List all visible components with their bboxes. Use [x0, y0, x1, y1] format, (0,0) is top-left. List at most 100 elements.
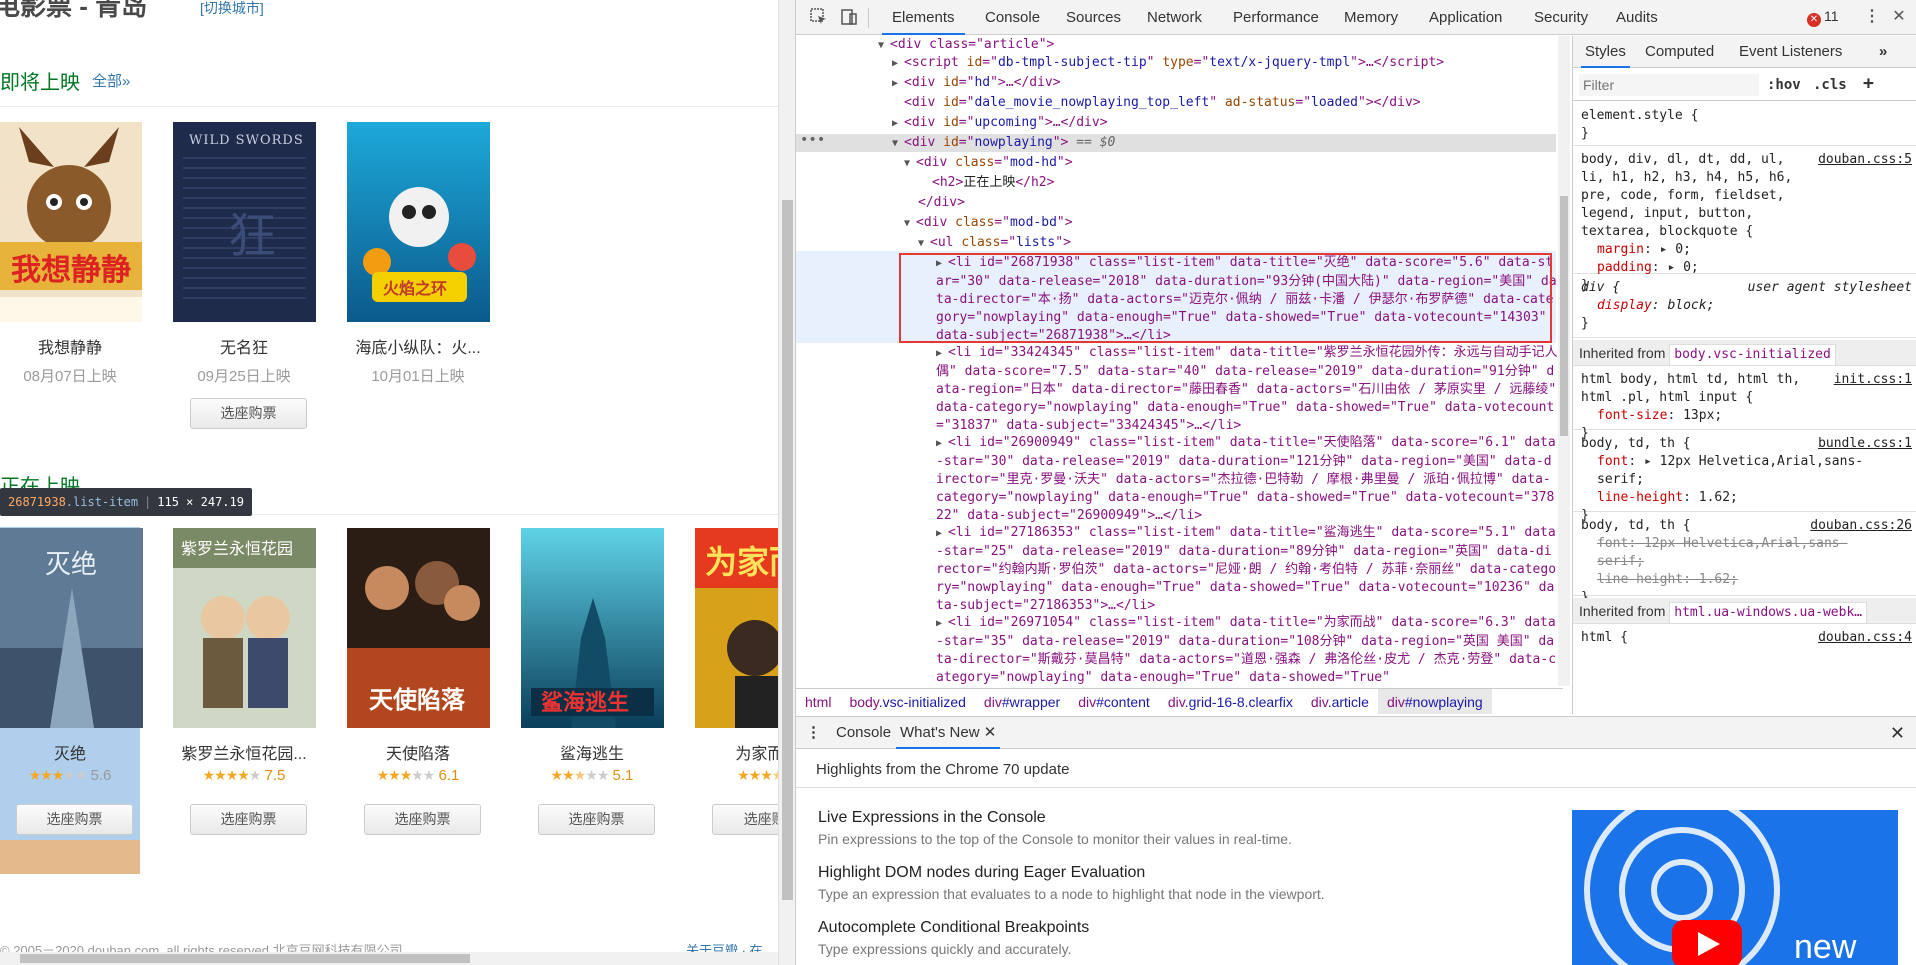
close-drawer-icon[interactable]: ✕ — [1890, 723, 1905, 744]
page-vertical-scrollbar[interactable] — [778, 0, 795, 965]
poster-image[interactable]: 为家而战 — [695, 528, 778, 728]
elements-tree[interactable]: ••• ▼ <div class="article"> ▶ <script id="… — [796, 36, 1563, 686]
collapsed-arrow-icon[interactable]: ▶ — [892, 115, 904, 133]
buy-ticket-button[interactable]: 选座购票 — [190, 804, 307, 835]
dom-node-selected[interactable]: ▼ <div id="nowplaying"> == $0 — [892, 134, 1115, 152]
poster-image[interactable]: WILD SWORDS 狂 — [173, 122, 316, 322]
elements-scrollbar[interactable] — [1558, 36, 1570, 686]
tab-whats-new[interactable]: What's New ✕ — [896, 717, 1001, 749]
breadcrumb-item-active[interactable]: div#nowplaying — [1377, 689, 1492, 714]
more-icon[interactable]: ••• — [800, 132, 825, 148]
kebab-menu-icon[interactable]: ⋮ — [1863, 8, 1881, 26]
buy-ticket-button[interactable]: 选座购票 — [364, 804, 481, 835]
tab-console-drawer[interactable]: Console — [836, 717, 891, 749]
breadcrumb-item[interactable]: div#wrapper — [975, 689, 1069, 714]
poster-image[interactable]: 天使陷落 — [347, 528, 490, 728]
movie-title[interactable]: 为家而... — [686, 740, 778, 764]
collapsed-arrow-icon[interactable]: ▶ — [892, 75, 904, 93]
hov-toggle[interactable]: :hov — [1767, 77, 1801, 93]
source-link[interactable]: bundle.css:1 — [1818, 435, 1912, 453]
city-switch-link[interactable]: [切换城市] — [200, 0, 264, 18]
inspect-element-icon[interactable] — [810, 8, 828, 26]
movie-title[interactable]: 天使陷落 — [338, 740, 498, 764]
collapsed-arrow-icon[interactable]: ▶ — [936, 525, 948, 543]
dom-node[interactable]: ▼ <div class="mod-bd"> — [904, 214, 1073, 232]
movie-title[interactable]: 紫罗兰永恒花园... — [164, 740, 324, 764]
whats-new-item[interactable]: Live Expressions in the Console Pin expr… — [818, 809, 1292, 847]
drawer-menu-icon[interactable]: ⋮ — [806, 717, 821, 749]
add-rule-icon[interactable]: + — [1863, 73, 1874, 94]
movie-title[interactable]: 海底小纵队：火... — [338, 334, 498, 358]
dom-node-li[interactable]: ▶ <li id="26971054" class="list-item" dat… — [936, 614, 1558, 686]
dom-node-li[interactable]: ▶ <li id="33424345" class="list-item" dat… — [936, 344, 1558, 435]
poster-image[interactable]: 火焰之环 — [347, 122, 490, 322]
style-rule[interactable]: douban.css:26 body, td, th { font: 12px … — [1573, 514, 1916, 605]
tab-performance[interactable]: Performance — [1233, 0, 1319, 35]
close-tab-icon[interactable]: ✕ — [984, 724, 997, 741]
dom-node[interactable]: ▶ <script id="db-tmpl-subject-tip" type="… — [892, 54, 1444, 72]
scrollbar-thumb[interactable] — [20, 954, 470, 963]
breadcrumb-item[interactable]: html — [796, 689, 840, 714]
whats-new-video-thumbnail[interactable]: new — [1572, 810, 1898, 965]
expanded-arrow-icon[interactable]: ▼ — [918, 235, 930, 253]
expanded-arrow-icon[interactable]: ▼ — [904, 215, 916, 233]
breadcrumb-item[interactable]: div.grid-16-8.clearfix — [1159, 689, 1302, 714]
source-link[interactable]: init.css:1 — [1834, 371, 1912, 389]
dom-node-li[interactable]: ▶ <li id="27186353" class="list-item" dat… — [936, 524, 1558, 615]
tab-memory[interactable]: Memory — [1344, 0, 1398, 35]
device-toolbar-icon[interactable] — [840, 8, 858, 26]
nowplaying-movie-2[interactable]: 紫罗兰永恒花园 紫罗兰永恒花园... ★★★★★ 7.5 选座购票 — [164, 528, 324, 858]
collapsed-arrow-icon[interactable]: ▶ — [936, 435, 948, 453]
scrollbar-thumb[interactable] — [1560, 196, 1568, 436]
scrollbar-thumb[interactable] — [782, 200, 793, 900]
poster-image[interactable]: 紫罗兰永恒花园 — [173, 528, 316, 728]
inherited-chip[interactable]: html.ua-windows.ua-webk… — [1669, 602, 1868, 624]
dom-node-li[interactable]: ▶ <li id="26900949" class="list-item" dat… — [936, 434, 1558, 525]
style-rule[interactable]: user agent stylesheet div { display: blo… — [1573, 276, 1916, 338]
movie-title[interactable]: 灭绝 — [0, 740, 150, 764]
expanded-arrow-icon[interactable]: ▼ — [904, 155, 916, 173]
nowplaying-movie-4[interactable]: 鲨海逃生 鲨海逃生 ★★★★★ 5.1 选座购票 — [512, 528, 672, 858]
dom-node[interactable]: </div> — [918, 194, 965, 212]
tab-computed[interactable]: Computed — [1645, 36, 1714, 68]
nowplaying-movie-5[interactable]: 为家而战 为家而... ★★★★★ 选座购... — [686, 528, 778, 858]
poster-image[interactable]: 鲨海逃生 — [521, 528, 664, 728]
tab-audits[interactable]: Audits — [1616, 0, 1658, 35]
expanded-arrow-icon[interactable]: ▼ — [878, 37, 890, 55]
nowplaying-movie-1[interactable]: 灭绝 灭绝 ★★★★★ 5.6 选座购票 — [0, 528, 150, 858]
upcoming-all-link[interactable]: 全部» — [92, 70, 130, 91]
poster-image[interactable]: 我想静静 — [0, 122, 142, 322]
collapsed-arrow-icon[interactable]: ▶ — [936, 615, 948, 633]
dom-node[interactable]: ▼ <div class="mod-hd"> — [904, 154, 1073, 172]
upcoming-movie-3[interactable]: 火焰之环 海底小纵队：火... 10月01日上映 — [338, 122, 498, 442]
tab-console[interactable]: Console — [985, 0, 1040, 35]
tab-styles[interactable]: Styles — [1581, 36, 1630, 68]
source-link[interactable]: douban.css:4 — [1818, 629, 1912, 647]
style-rule[interactable]: bundle.css:1 body, td, th { font: ▸ 12px… — [1573, 432, 1916, 523]
source-link[interactable]: douban.css:26 — [1810, 517, 1912, 535]
dom-node[interactable]: <h2>正在上映</h2> — [932, 174, 1054, 192]
movie-title[interactable]: 无名狂 — [164, 334, 324, 358]
buy-ticket-button[interactable]: 选座购票 — [538, 804, 655, 835]
close-icon[interactable]: ✕ — [1890, 8, 1908, 26]
whats-new-item[interactable]: Autocomplete Conditional Breakpoints Typ… — [818, 919, 1089, 957]
breadcrumb-item[interactable]: div.article — [1302, 689, 1378, 714]
tab-event-listeners[interactable]: Event Listeners — [1739, 36, 1842, 68]
style-rule[interactable]: init.css:1 html body, html td, html th, … — [1573, 368, 1916, 441]
tab-sources[interactable]: Sources — [1066, 0, 1121, 35]
error-badge[interactable]: ✕ 11 — [1807, 8, 1839, 27]
styles-filter-input[interactable] — [1579, 74, 1759, 96]
whats-new-item[interactable]: Highlight DOM nodes during Eager Evaluat… — [818, 864, 1325, 902]
tab-application[interactable]: Application — [1429, 0, 1502, 35]
collapsed-arrow-icon[interactable]: ▶ — [892, 55, 904, 73]
tab-elements[interactable]: Elements — [882, 0, 965, 35]
dom-node[interactable]: ▼ <ul class="lists"> — [918, 234, 1071, 252]
buy-ticket-button[interactable]: 选座购... — [712, 804, 778, 835]
poster-image[interactable]: 灭绝 — [0, 528, 143, 728]
style-rule[interactable]: douban.css:5 body, div, dl, dt, dd, ul, … — [1573, 148, 1916, 293]
horizontal-scrollbar[interactable] — [0, 952, 778, 965]
buy-ticket-button[interactable]: 选座购票 — [190, 398, 307, 429]
tab-network[interactable]: Network — [1147, 0, 1202, 35]
dom-node[interactable]: ▼ <div class="article"> — [878, 36, 1054, 54]
collapsed-arrow-icon[interactable]: ▶ — [936, 345, 948, 363]
